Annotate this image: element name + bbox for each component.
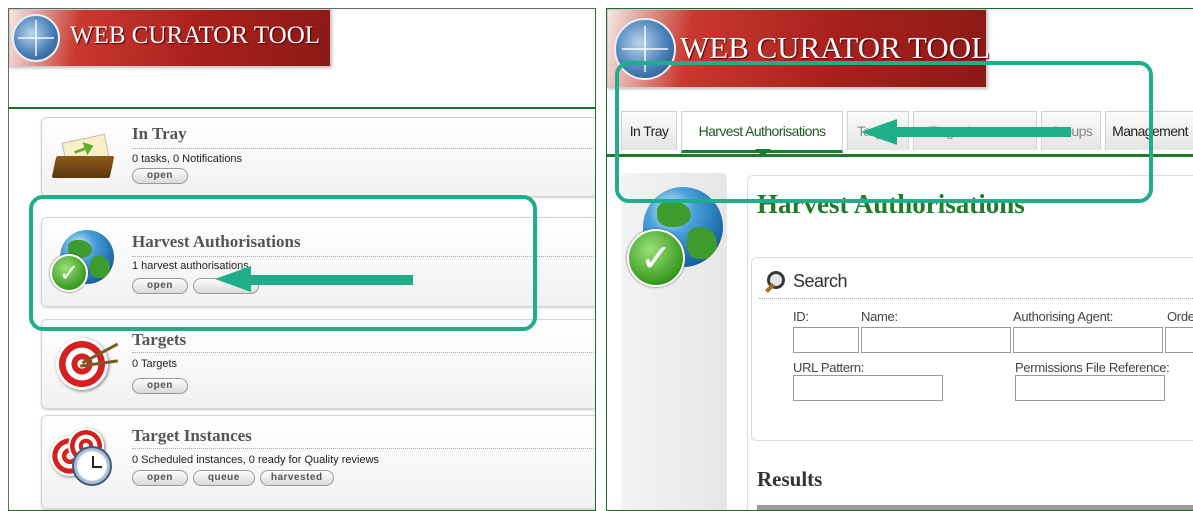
id-field[interactable] [793, 327, 859, 353]
header-divider [9, 107, 595, 109]
card-desc: 0 tasks, 0 Notifications [132, 153, 243, 165]
card-desc: 0 Scheduled instances, 0 ready for Quali… [132, 454, 380, 466]
authorising-agent-field[interactable] [1013, 327, 1163, 353]
order-field[interactable] [1165, 327, 1193, 353]
side-icon-column: ✓ [621, 173, 727, 510]
card-title: In Tray [132, 124, 187, 143]
card-title: Target Instances [132, 426, 252, 445]
search-title: Search [793, 271, 848, 291]
divider [132, 148, 595, 149]
wct-logo: WEB CURATOR TOOL [9, 9, 331, 67]
name-label: Name: [861, 309, 898, 324]
name-field[interactable] [861, 327, 1011, 353]
magnifier-icon [763, 271, 785, 293]
logo-text: WEB CURATOR TOOL [70, 22, 321, 49]
divider [132, 448, 595, 449]
results-heading: Results [757, 467, 823, 491]
authorising-agent-label: Authorising Agent: [1013, 309, 1114, 324]
pointer-arrow [895, 127, 1071, 137]
target-icon [50, 334, 119, 394]
clock-target-icon [50, 428, 118, 488]
ti-queue-button[interactable]: queue [192, 470, 255, 486]
card-title: Targets [132, 330, 187, 349]
url-pattern-field[interactable] [793, 375, 943, 401]
harvest-auth-panel: WEB CURATOR TOOL In Tray Harvest Authori… [606, 8, 1193, 511]
url-pattern-label: URL Pattern: [793, 360, 865, 375]
pointer-arrow-head [861, 119, 897, 145]
highlight-box [29, 195, 537, 331]
ti-harvested-button[interactable]: harvested [259, 470, 334, 486]
permissions-file-reference-label: Permissions File Reference: [1015, 360, 1170, 375]
pointer-arrow-head [215, 266, 251, 292]
in-tray-icon [50, 130, 118, 190]
card-in-tray: In Tray 0 tasks, 0 Notifications open [41, 117, 595, 197]
divider [759, 298, 1193, 299]
targets-open-button[interactable]: open [132, 378, 188, 394]
dashboard-panel: WEB CURATOR TOOL In Tray 0 tasks, 0 Noti… [8, 8, 596, 511]
divider [132, 352, 595, 353]
ti-open-button[interactable]: open [132, 470, 188, 486]
results-table-header [757, 505, 1193, 510]
in-tray-open-button[interactable]: open [132, 168, 188, 184]
card-desc: 0 Targets [132, 358, 178, 370]
order-label: Orde [1167, 309, 1193, 324]
pointer-arrow [249, 275, 413, 285]
globe-logo-icon [12, 14, 60, 62]
permissions-file-reference-field[interactable] [1015, 375, 1165, 401]
id-label: ID: [793, 309, 809, 324]
card-target-instances: Target Instances 0 Scheduled instances, … [41, 415, 595, 509]
card-targets: Targets 0 Targets open [41, 319, 595, 409]
